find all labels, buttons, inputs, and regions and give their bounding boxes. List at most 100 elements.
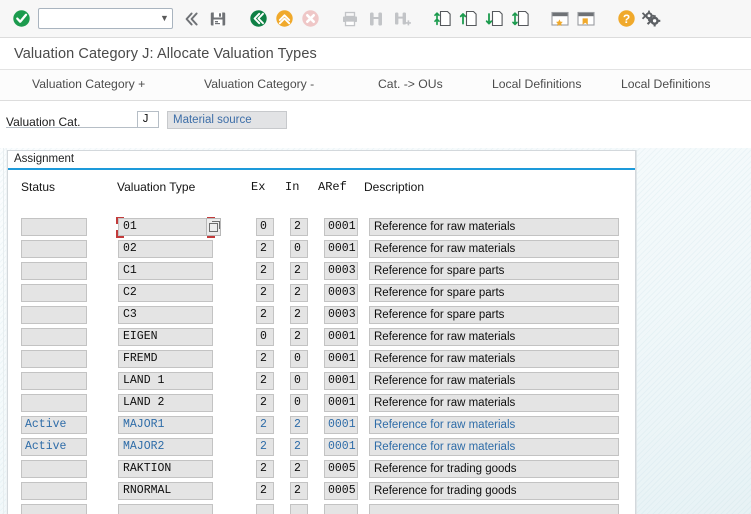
cell-description[interactable]: Reference for raw materials <box>369 328 619 346</box>
cell-aref[interactable]: 0001 <box>324 328 358 346</box>
cell-description[interactable] <box>369 504 619 514</box>
cell-ex[interactable]: 2 <box>256 350 274 368</box>
valuation-cat-input[interactable]: J <box>137 111 159 128</box>
cell-in[interactable]: 2 <box>290 416 308 434</box>
table-row[interactable]: Active MAJOR1 2 2 0001 Reference for raw mate… <box>7 415 636 437</box>
cell-aref[interactable]: 0001 <box>324 394 358 412</box>
chevron-down-icon[interactable]: ▼ <box>157 14 172 23</box>
cell-description[interactable]: Reference for raw materials <box>369 394 619 412</box>
cell-ex[interactable]: 2 <box>256 262 274 280</box>
matchcode-icon[interactable] <box>206 218 221 236</box>
table-row[interactable]: RNORMAL 2 2 0005 Reference for trading goods <box>7 481 636 503</box>
cell-description[interactable]: Reference for raw materials <box>369 218 619 236</box>
menu-item-4[interactable]: Local Definitions <box>615 77 716 91</box>
next-page-icon[interactable] <box>481 6 507 32</box>
cell-in[interactable]: 2 <box>290 438 308 456</box>
table-row[interactable]: C3 2 2 0003 Reference for spare parts <box>7 305 636 327</box>
cell-status[interactable] <box>21 262 87 280</box>
table-row[interactable]: 01 0 2 0001 Reference for raw materials <box>7 217 636 239</box>
table-row[interactable]: RAKTION 2 2 0005 Reference for trading goods <box>7 459 636 481</box>
first-page-icon[interactable] <box>429 6 455 32</box>
cell-valuation_type[interactable]: 01 <box>118 218 213 236</box>
enter-check-icon[interactable] <box>8 6 34 32</box>
menu-item-2[interactable]: Cat. -> OUs <box>372 77 449 91</box>
cell-status[interactable] <box>21 240 87 258</box>
cell-aref[interactable]: 0001 <box>324 372 358 390</box>
cell-ex[interactable]: 2 <box>256 460 274 478</box>
cell-aref[interactable]: 0001 <box>324 350 358 368</box>
cell-valuation_type[interactable]: C3 <box>118 306 213 324</box>
cell-status[interactable] <box>21 504 87 514</box>
cell-status[interactable]: Active <box>21 416 87 434</box>
cell-ex[interactable] <box>256 504 274 514</box>
cell-valuation_type[interactable]: C2 <box>118 284 213 302</box>
cell-valuation_type[interactable] <box>118 504 213 514</box>
cell-description[interactable]: Reference for raw materials <box>369 240 619 258</box>
cell-description[interactable]: Reference for raw materials <box>369 372 619 390</box>
cell-aref[interactable]: 0003 <box>324 306 358 324</box>
last-page-icon[interactable] <box>507 6 533 32</box>
cell-status[interactable] <box>21 372 87 390</box>
cell-status[interactable] <box>21 284 87 302</box>
cell-ex[interactable]: 0 <box>256 328 274 346</box>
cell-status[interactable] <box>21 306 87 324</box>
cell-valuation_type[interactable]: C1 <box>118 262 213 280</box>
table-row[interactable]: LAND 1 2 0 0001 Reference for raw materials <box>7 371 636 393</box>
table-row[interactable]: EIGEN 0 2 0001 Reference for raw materials <box>7 327 636 349</box>
cell-status[interactable] <box>21 460 87 478</box>
cell-status[interactable] <box>21 328 87 346</box>
table-row[interactable]: C2 2 2 0003 Reference for spare parts <box>7 283 636 305</box>
cell-in[interactable]: 0 <box>290 372 308 390</box>
cell-valuation_type[interactable]: LAND 1 <box>118 372 213 390</box>
cell-aref[interactable]: 0001 <box>324 438 358 456</box>
previous-page-icon[interactable] <box>455 6 481 32</box>
cell-valuation_type[interactable]: EIGEN <box>118 328 213 346</box>
table-row[interactable]: LAND 2 2 0 0001 Reference for raw materials <box>7 393 636 415</box>
cell-description[interactable]: Reference for spare parts <box>369 284 619 302</box>
assignment-table[interactable]: 01 0 2 0001 Reference for raw materials 02 2 0 0… <box>7 217 636 514</box>
create-shortcut-icon[interactable] <box>573 6 599 32</box>
cell-status[interactable] <box>21 394 87 412</box>
cell-description[interactable]: Reference for raw materials <box>369 416 619 434</box>
cell-valuation_type[interactable]: RNORMAL <box>118 482 213 500</box>
cell-valuation_type[interactable]: LAND 2 <box>118 394 213 412</box>
cell-in[interactable]: 2 <box>290 328 308 346</box>
cell-valuation_type[interactable]: FREMD <box>118 350 213 368</box>
cell-ex[interactable]: 2 <box>256 416 274 434</box>
back-icon[interactable] <box>245 6 271 32</box>
menu-item-3[interactable]: Local Definitions <box>486 77 587 91</box>
cell-ex[interactable]: 2 <box>256 306 274 324</box>
menu-item-1[interactable]: Valuation Category - <box>198 77 320 91</box>
collapse-double-left-icon[interactable] <box>179 6 205 32</box>
cell-in[interactable]: 0 <box>290 394 308 412</box>
save-icon[interactable] <box>205 6 231 32</box>
customize-local-layout-icon[interactable] <box>639 6 665 32</box>
cell-in[interactable] <box>290 504 308 514</box>
table-row[interactable]: 02 2 0 0001 Reference for raw materials <box>7 239 636 261</box>
cell-description[interactable]: Reference for spare parts <box>369 262 619 280</box>
cell-description[interactable]: Reference for trading goods <box>369 482 619 500</box>
cell-aref[interactable]: 0001 <box>324 218 358 236</box>
cell-aref[interactable]: 0005 <box>324 482 358 500</box>
cell-valuation_type[interactable]: MAJOR2 <box>118 438 213 456</box>
cell-in[interactable]: 2 <box>290 218 308 236</box>
cell-description[interactable]: Reference for trading goods <box>369 460 619 478</box>
cell-in[interactable]: 0 <box>290 350 308 368</box>
cell-ex[interactable]: 2 <box>256 394 274 412</box>
cell-in[interactable]: 0 <box>290 240 308 258</box>
cell-ex[interactable]: 2 <box>256 482 274 500</box>
cell-ex[interactable]: 2 <box>256 438 274 456</box>
cell-status[interactable] <box>21 482 87 500</box>
menu-item-0[interactable]: Valuation Category + <box>26 77 151 91</box>
table-row[interactable] <box>7 503 636 514</box>
cell-aref[interactable]: 0001 <box>324 416 358 434</box>
cell-in[interactable]: 2 <box>290 284 308 302</box>
cell-status[interactable] <box>21 350 87 368</box>
cell-in[interactable]: 2 <box>290 262 308 280</box>
cell-description[interactable]: Reference for raw materials <box>369 350 619 368</box>
cell-valuation_type[interactable]: MAJOR1 <box>118 416 213 434</box>
cell-in[interactable]: 2 <box>290 482 308 500</box>
command-field[interactable]: ▼ <box>38 8 173 29</box>
table-row[interactable]: C1 2 2 0003 Reference for spare parts <box>7 261 636 283</box>
cell-status[interactable] <box>21 218 87 236</box>
